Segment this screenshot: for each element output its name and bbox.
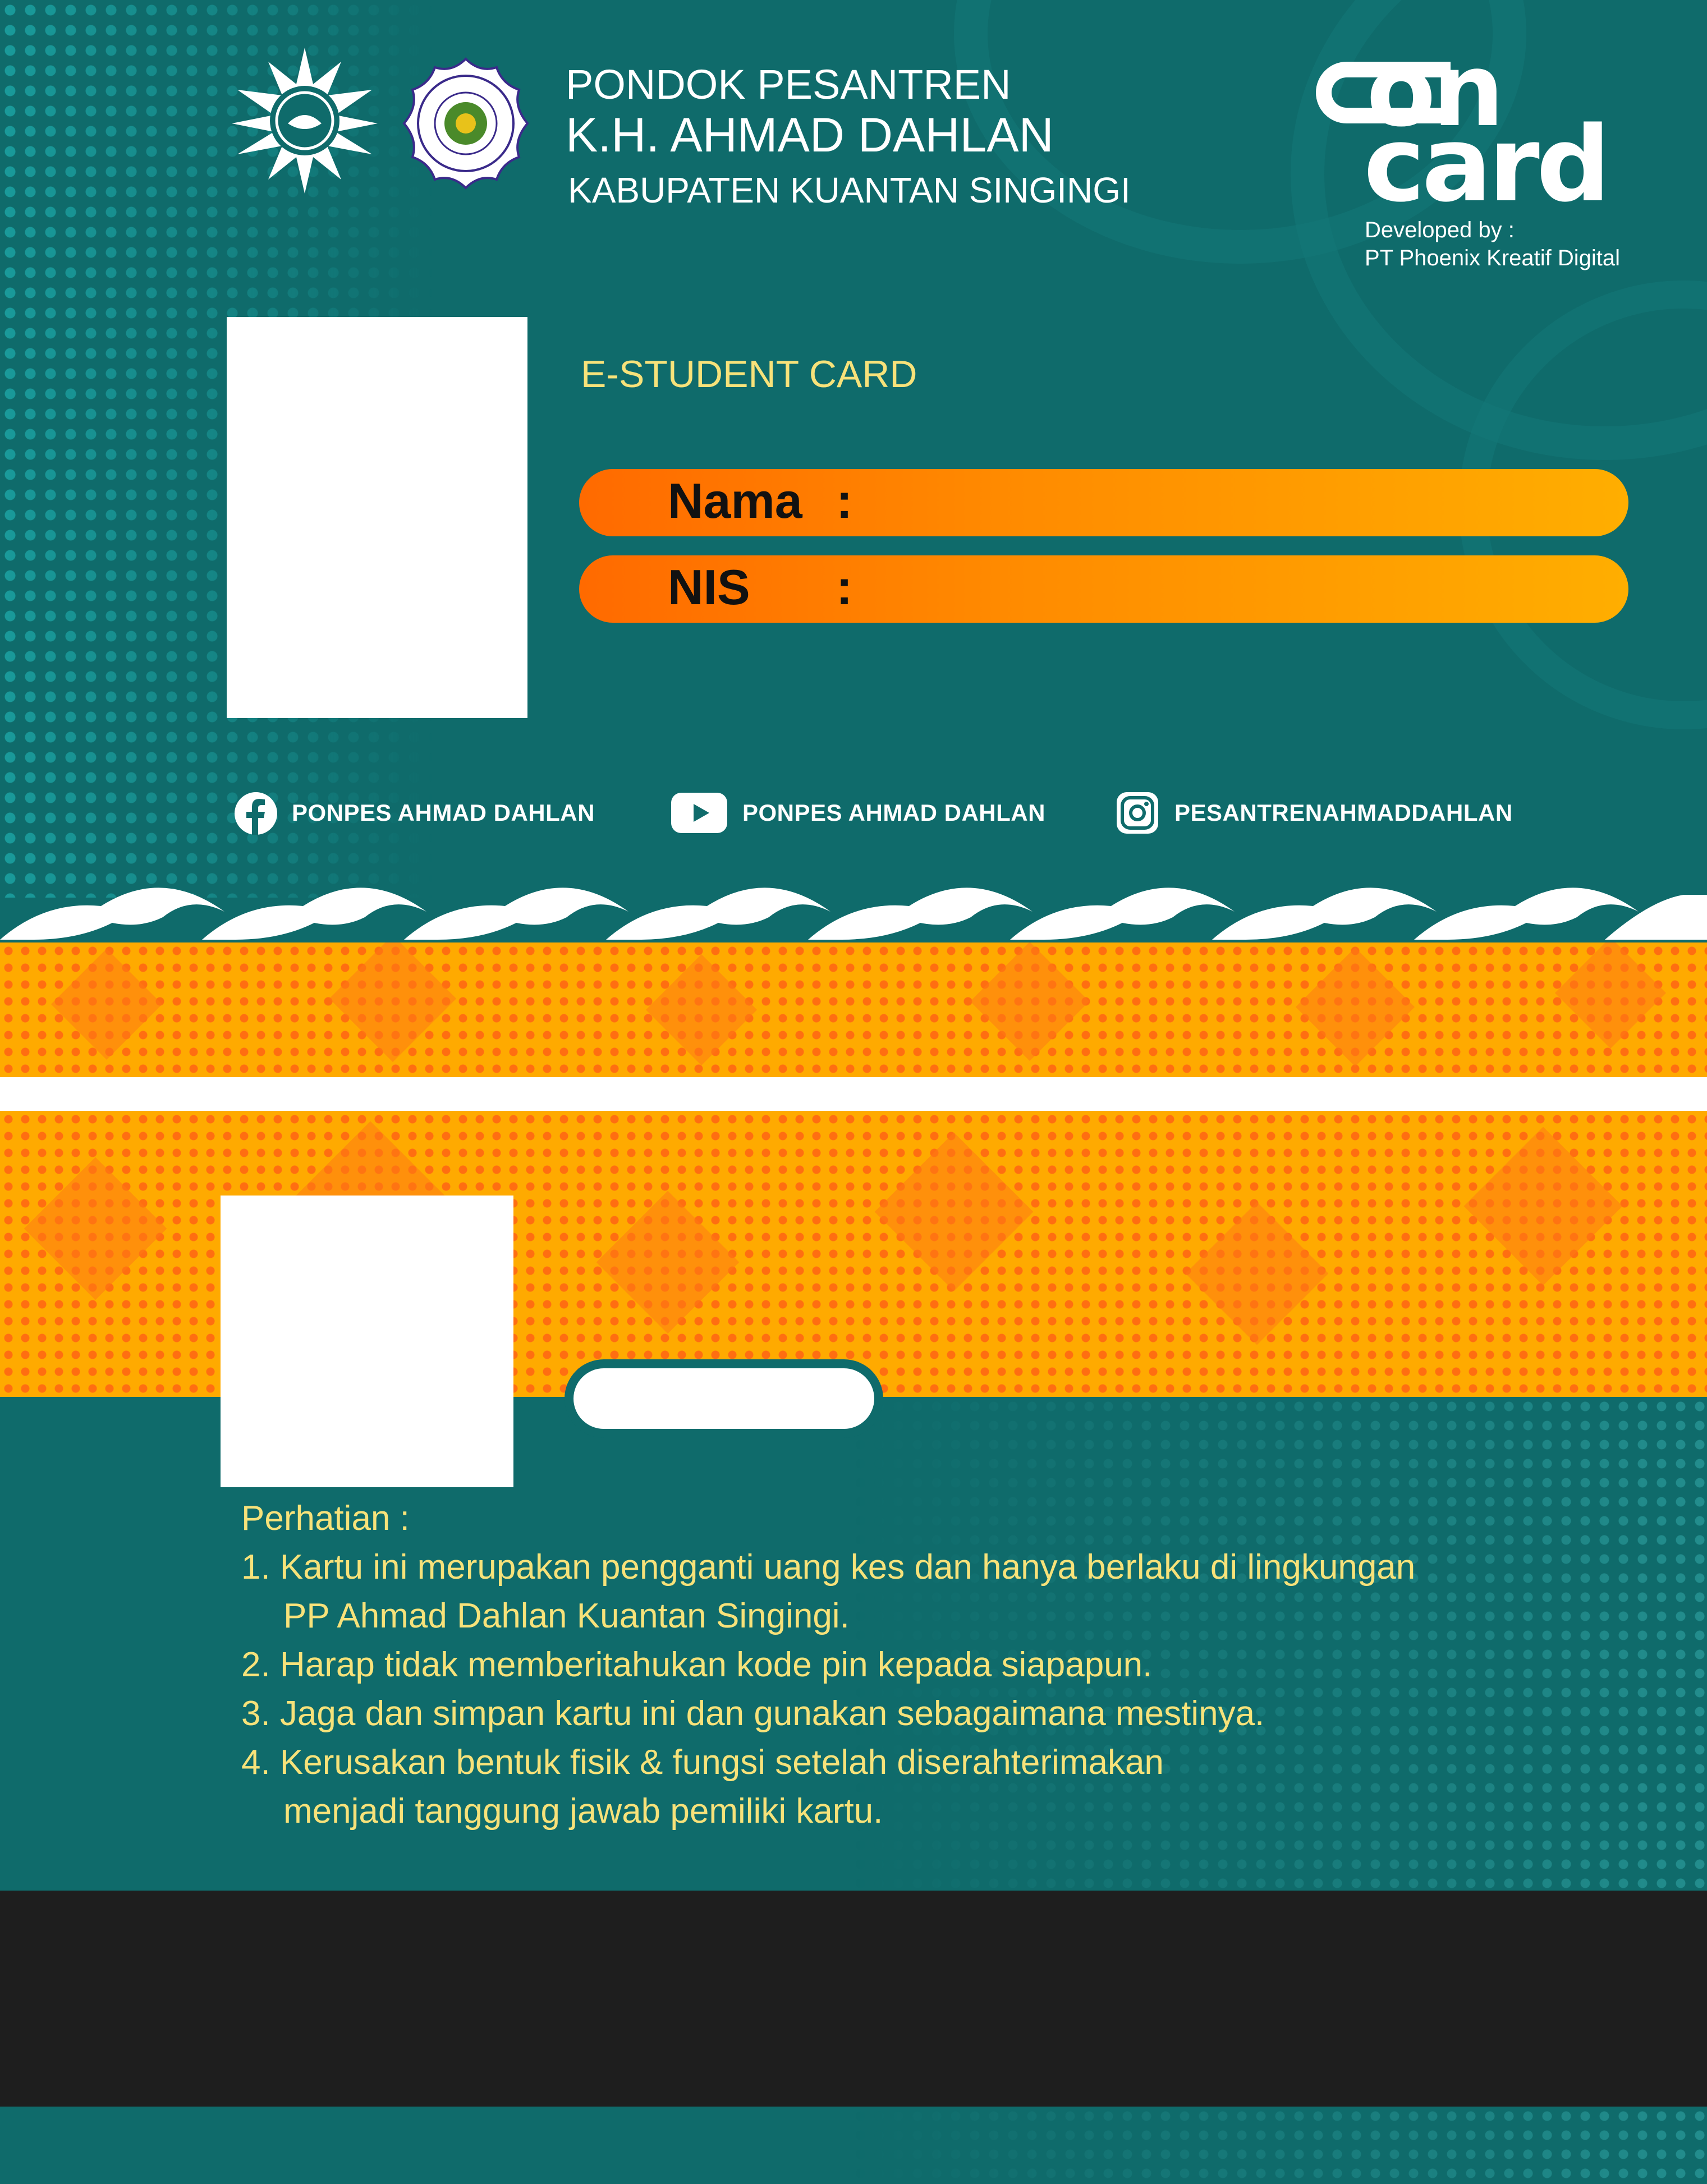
header-line-3: KABUPATEN KUANTAN SINGINGI [568, 170, 1131, 210]
nis-label: NIS [668, 559, 750, 615]
notice-item: menjadi tanggung jawab pemiliki kartu. [283, 1792, 883, 1831]
diamond-pattern [874, 1132, 1034, 1291]
signature-box-frame [565, 1359, 883, 1438]
diamond-pattern [51, 949, 162, 1060]
diamond-pattern [24, 1157, 167, 1300]
notice-item: 2. Harap tidak memberitahukan kode pin k… [241, 1645, 1153, 1684]
diamond-pattern [1555, 942, 1666, 1049]
notice-item: 1. Kartu ini merupakan pengganti uang ke… [241, 1548, 1416, 1587]
header-line-2: K.H. AHMAD DAHLAN [566, 108, 1054, 162]
card-front: PONDOK PESANTREN K.H. AHMAD DAHLAN KABUP… [0, 0, 1707, 942]
back-photo-placeholder [221, 1196, 513, 1487]
oncard-logo: on card [1310, 32, 1647, 225]
nis-colon: : [836, 559, 853, 615]
developed-by-label: Developed by : [1365, 218, 1515, 242]
card-title: E-STUDENT CARD [581, 353, 917, 396]
facebook-handle: PONPES AHMAD DAHLAN [292, 799, 595, 826]
instagram-icon [1117, 792, 1158, 834]
pesantren-seal-logo [402, 57, 529, 190]
diamond-pattern [1185, 1202, 1329, 1345]
youtube-handle: PONPES AHMAD DAHLAN [742, 799, 1045, 826]
youtube-icon [671, 793, 727, 833]
diamond-pattern [646, 954, 757, 1065]
diamond-pattern [1295, 947, 1415, 1067]
diamond-pattern [329, 942, 457, 1063]
muhammadiyah-logo [232, 48, 378, 194]
halftone-pattern [641, 2107, 1707, 2184]
notice-item: 3. Jaga dan simpan kartu ini dan gunakan… [241, 1694, 1265, 1733]
diamond-pattern [970, 942, 1090, 1061]
diamond-pattern [596, 1190, 740, 1334]
name-label: Nama [668, 473, 802, 528]
wave-ornament [0, 888, 1707, 940]
diamond-pattern [1463, 1127, 1623, 1286]
name-colon: : [836, 473, 853, 528]
notice-heading: Perhatian : [241, 1499, 410, 1538]
notice-item: PP Ahmad Dahlan Kuantan Singingi. [283, 1597, 850, 1635]
magnetic-strip [0, 1891, 1707, 2107]
signature-box [573, 1368, 874, 1429]
developer-name: PT Phoenix Kreatif Digital [1365, 246, 1621, 270]
notice-block: Perhatian : 1. Kartu ini merupakan pengg… [241, 1494, 1415, 1836]
name-field: Nama : [579, 469, 1628, 536]
instagram-handle: PESANTRENAHMADDAHLAN [1174, 799, 1513, 826]
oncard-logo-bottom: card [1364, 104, 1610, 225]
student-photo-placeholder [227, 317, 527, 718]
facebook-icon [235, 792, 277, 835]
header-line-1: PONDOK PESANTREN [566, 61, 1011, 108]
notice-item: 4. Kerusakan bentuk fisik & fungsi setel… [241, 1743, 1164, 1782]
nis-field: NIS : [579, 555, 1628, 623]
bottom-teal-band [0, 2107, 1707, 2184]
front-orange-band [0, 942, 1707, 1077]
card-separator [0, 1077, 1707, 1111]
